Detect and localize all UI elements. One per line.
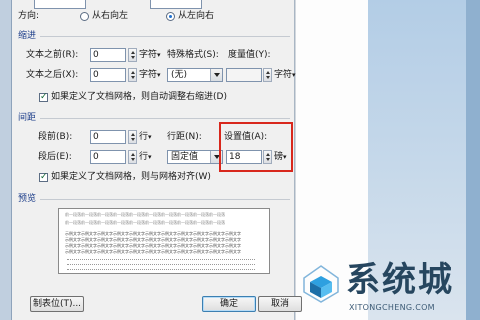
spacing-before-unit[interactable]: 行▾ — [139, 131, 152, 143]
spacing-after-label: 段后(E): — [38, 152, 72, 162]
indent-before-label: 文本之前(R): — [26, 50, 79, 60]
setting-value-input[interactable]: 18 — [226, 150, 262, 164]
preview-next-line-1 — [67, 259, 255, 260]
cancel-button[interactable]: 取消 — [258, 296, 302, 312]
preview-box: 前一段落前一段落前一段落前一段落前一段落前一段落前一段落前一段落前一段落前一段落… — [58, 208, 270, 274]
preview-section-title: 预览 — [18, 194, 37, 204]
indent-grid-checkbox-label: 如果定义了文档网格，则自动调整右缩进(D) — [51, 92, 227, 102]
ok-button[interactable]: 确定 — [202, 296, 256, 312]
line-spacing-label: 行距(N): — [167, 132, 202, 142]
alignment-select[interactable] — [34, 0, 86, 9]
spacing-grid-checkbox[interactable] — [39, 171, 48, 183]
spacing-before-input[interactable]: 0 — [90, 130, 126, 144]
watermark-text: 系统城 — [346, 260, 454, 300]
indent-before-unit[interactable]: 字符▾ — [139, 49, 161, 61]
indent-grid-checkbox[interactable] — [39, 91, 48, 103]
rtl-radio[interactable] — [80, 12, 89, 21]
preview-next-line-2 — [67, 264, 255, 265]
spacing-grid-checkbox-label: 如果定义了文档网格，则与网格对齐(W) — [51, 172, 211, 182]
spacing-before-spinner[interactable] — [128, 130, 137, 144]
special-format-select[interactable]: (无) — [167, 68, 223, 82]
preview-next-line-3 — [67, 269, 255, 270]
spacing-before-label: 段前(B): — [38, 132, 73, 142]
ltr-radio[interactable] — [166, 12, 175, 21]
indent-before-input[interactable]: 0 — [90, 48, 126, 62]
preview-sample-line-1: 示例文字示例文字示例文字示例文字示例文字示例文字示例文字示例文字示例文字示例文字… — [65, 231, 241, 236]
indent-divider — [40, 36, 290, 37]
special-format-label: 特殊格式(S): — [167, 50, 219, 60]
setting-value-highlight — [219, 122, 293, 172]
indent-after-label: 文本之后(X): — [26, 70, 79, 80]
measure-input[interactable] — [226, 68, 262, 82]
spacing-divider — [40, 118, 290, 119]
preview-sample-line-3: 示例文字示例文字示例文字示例文字示例文字示例文字示例文字示例文字示例文字示例文字… — [65, 243, 241, 248]
indent-before-spinner[interactable] — [128, 48, 137, 62]
setting-value-unit[interactable]: 磅▾ — [274, 151, 287, 163]
line-spacing-value: 固定值 — [171, 152, 199, 162]
tabs-button[interactable]: 制表位(T)... — [30, 296, 84, 312]
indent-after-input[interactable]: 0 — [90, 68, 126, 82]
watermark-logo-icon — [300, 262, 342, 304]
preview-divider — [40, 199, 290, 200]
rtl-radio-label: 从右向左 — [92, 11, 129, 21]
spacing-section-title: 间距 — [18, 113, 37, 123]
direction-label: 方向: — [18, 11, 40, 21]
outline-level-select[interactable] — [150, 0, 202, 9]
spacing-after-unit[interactable]: 行▾ — [139, 151, 152, 163]
setting-value-label: 设置值(A): — [224, 132, 268, 142]
line-spacing-select[interactable]: 固定值 — [167, 150, 223, 164]
measure-spinner[interactable] — [263, 68, 272, 82]
preview-prev-paragraph: 前一段落前一段落前一段落前一段落前一段落前一段落前一段落前一段落前一段落前一段落 — [65, 212, 225, 217]
spacing-after-input[interactable]: 0 — [90, 150, 126, 164]
preview-prev-paragraph-2: 前一段落前一段落前一段落前一段落前一段落前一段落前一段落前一段落前一段落前一段落 — [65, 220, 225, 225]
ltr-radio-label: 从左向右 — [178, 11, 215, 21]
measure-label: 度量值(Y): — [228, 50, 271, 60]
watermark-url: XITONGCHENG.COM — [349, 303, 435, 312]
indent-after-spinner[interactable] — [128, 68, 137, 82]
scrollbar-track — [466, 0, 480, 320]
indent-after-unit[interactable]: 字符▾ — [139, 69, 161, 81]
special-format-value: (无) — [171, 70, 188, 80]
spacing-after-spinner[interactable] — [128, 150, 137, 164]
preview-sample-line-4: 示例文字示例文字示例文字示例文字示例文字示例文字示例文字示例文字示例文字示例文字… — [65, 249, 241, 254]
left-window-edge — [0, 0, 12, 320]
chevron-down-icon[interactable] — [210, 69, 222, 81]
measure-unit[interactable]: 字符▾ — [274, 69, 296, 81]
setting-value-spinner[interactable] — [263, 150, 272, 164]
preview-sample-line-2: 示例文字示例文字示例文字示例文字示例文字示例文字示例文字示例文字示例文字示例文字… — [65, 237, 241, 242]
indent-section-title: 缩进 — [18, 31, 37, 41]
